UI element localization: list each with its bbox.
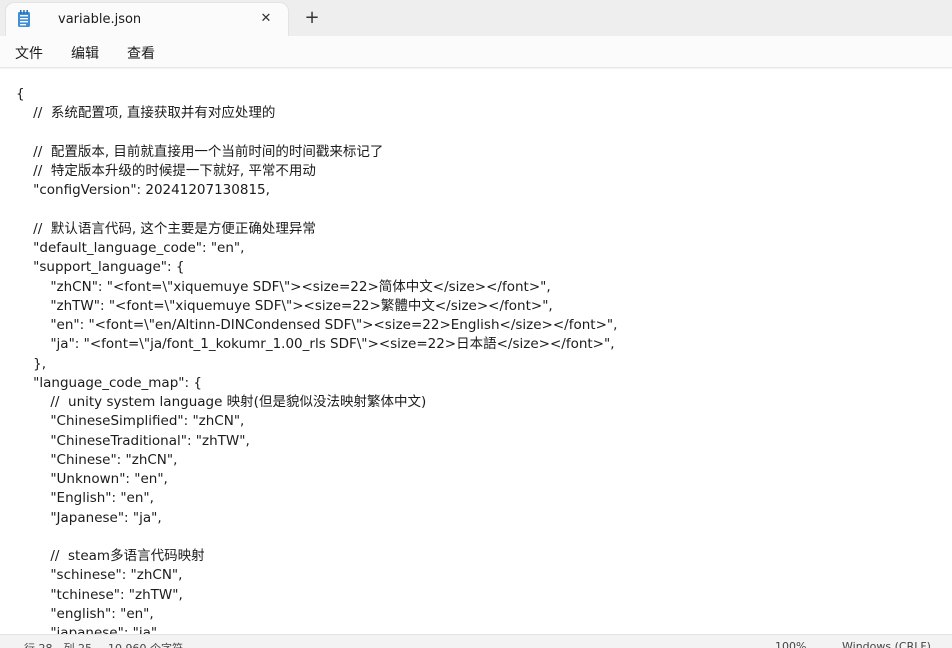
tab-variable-json[interactable]: variable.json ✕	[6, 3, 288, 36]
code-line: "english": "en",	[16, 605, 154, 622]
code-line: // steam多语言代码映射	[16, 548, 205, 564]
character-count: 10,960 个字符	[108, 640, 183, 648]
code-line: "English": "en",	[16, 490, 154, 507]
code-line: // 配置版本, 目前就直接用一个当前时间的时间戳来标记了	[16, 143, 384, 160]
code-line: // unity system language 映射(但是貌似没法映射繁体中文…	[16, 394, 427, 410]
tab-title: variable.json	[58, 12, 142, 27]
zoom-level[interactable]: 100%	[775, 640, 806, 648]
code-line: "default_language_code": "en",	[16, 240, 245, 256]
menu-view[interactable]: 查看	[127, 43, 155, 63]
code-line: "language_code_map": {	[16, 374, 202, 391]
code-line: "en": "<font=\"en/Altinn-DINCondensed SD…	[16, 317, 618, 333]
code-line: "ChineseTraditional": "zhTW",	[16, 432, 250, 449]
code-line: "Chinese": "zhCN",	[16, 451, 178, 468]
code-line: "japanese": "ja",	[16, 625, 162, 634]
close-tab-icon[interactable]: ✕	[258, 11, 274, 27]
code-line: "Japanese": "ja",	[16, 509, 162, 526]
code-line: "ChineseSimplified": "zhCN",	[16, 413, 245, 430]
code-line: "schinese": "zhCN",	[16, 567, 183, 584]
code-line: "configVersion": 20241207130815,	[16, 182, 270, 199]
code-line: "ja": "<font=\"ja/font_1_kokumr_1.00_rls…	[16, 336, 615, 353]
code-line: // 默认语言代码, 这个主要是方便正确处理异常	[16, 220, 316, 237]
code-line: "Unknown": "en",	[16, 471, 168, 487]
menu-file[interactable]: 文件	[15, 43, 43, 63]
notepad-icon	[18, 10, 30, 27]
code-line: "tchinese": "zhTW",	[16, 586, 183, 603]
code-line: "zhTW": "<font=\"xiquemuye SDF\"><size=2…	[16, 297, 553, 314]
title-bar: variable.json ✕ +	[0, 0, 952, 36]
menu-bar: 文件 编辑 查看	[0, 36, 952, 68]
code-line: // 系统配置项, 直接获取并有对应处理的	[16, 105, 276, 122]
code-line: "support_language": {	[16, 259, 185, 276]
code-line: },	[16, 355, 47, 372]
code-line: // 特定版本升级的时候提一下就好, 平常不用动	[16, 163, 316, 179]
cursor-position: 行 28，列 25	[24, 640, 92, 648]
code-line: {	[16, 86, 25, 102]
status-bar: 行 28，列 25 10,960 个字符 100% Windows (CRLF)	[0, 634, 952, 648]
menu-edit[interactable]: 编辑	[71, 43, 99, 63]
new-tab-button[interactable]: +	[302, 9, 322, 29]
code-line: "zhCN": "<font=\"xiquemuye SDF\"><size=2…	[16, 278, 551, 295]
line-ending[interactable]: Windows (CRLF)	[842, 640, 931, 648]
text-editor[interactable]: { // 系统配置项, 直接获取并有对应处理的 // 配置版本, 目前就直接用一…	[0, 69, 952, 634]
